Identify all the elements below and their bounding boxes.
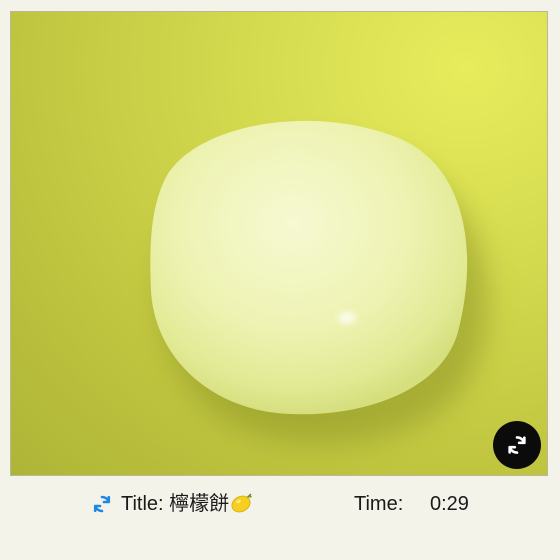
info-bar: Title: 檸檬餅 Time: 0:29 [0,484,560,524]
title-text: Title: 檸檬餅 [121,492,252,516]
photo-display [10,11,548,476]
lemon-cake-photo [150,120,489,444]
time-value: 0:29 [430,493,469,515]
lemon-icon [231,493,252,513]
time-label: Time: [354,493,404,515]
title-value: 檸檬餅 [169,493,230,515]
rotate-button[interactable] [493,421,541,469]
refresh-icon[interactable] [90,492,114,516]
lemon-cake-body [150,120,468,415]
rotate-arrows-icon [508,436,526,454]
title-label: Title: [121,493,164,515]
